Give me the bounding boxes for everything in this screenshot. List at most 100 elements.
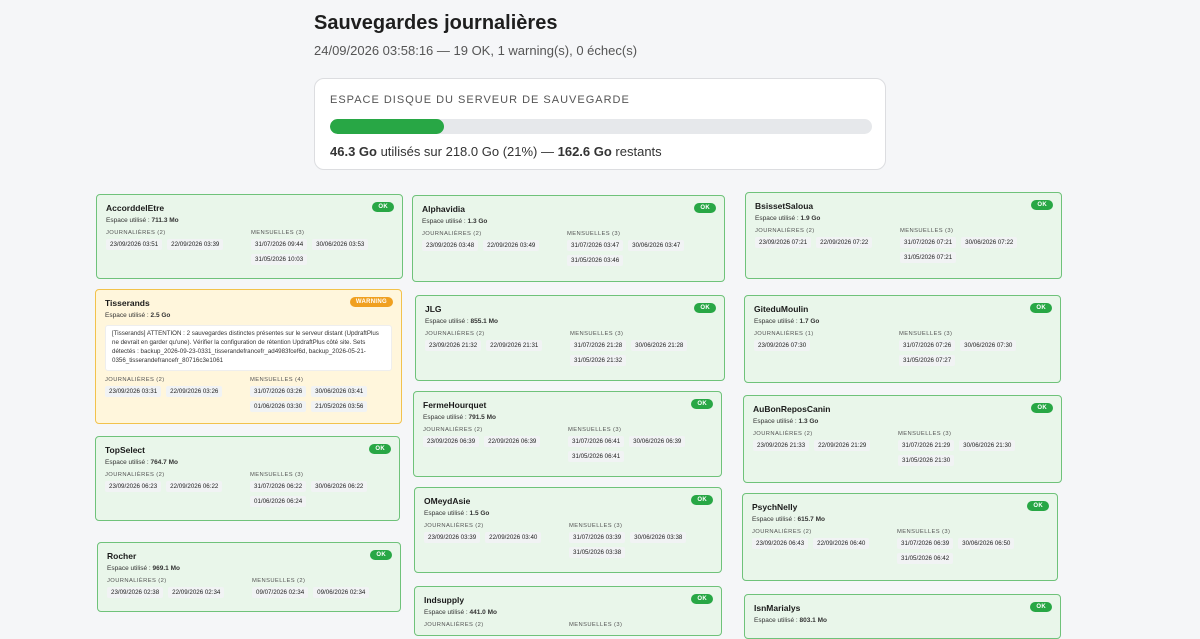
usage-value: 1.3 Go xyxy=(798,418,819,425)
backup-groups: JOURNALIÈRES (1) 23/09/2026 07:30 MENSUELL… xyxy=(754,331,1051,370)
monthly-title: MENSUELLES (3) xyxy=(897,529,951,535)
backup-date-chip: 23/09/2026 03:48 xyxy=(422,240,479,251)
usage-line: Espace utilisé : 1.5 Go xyxy=(424,510,712,517)
usage-value: 855.1 Mo xyxy=(470,318,498,325)
monthly-group: MENSUELLES (3) 31/07/2026 06:39 30/06/2026… xyxy=(897,529,1048,568)
daily-group: JOURNALIÈRES (2) xyxy=(424,622,569,631)
backup-card: AccorddelEtre OK Espace utilisé : 711.3 Mo… xyxy=(96,194,403,279)
daily-group: JOURNALIÈRES (2) 23/09/2026 03:39 22/09/20… xyxy=(424,523,569,562)
disk-usage-bar xyxy=(330,119,872,134)
monthly-title: MENSUELLES (4) xyxy=(250,376,304,383)
usage-line: Espace utilisé : 1.9 Go xyxy=(755,215,1052,222)
backup-date-chip: 31/05/2026 07:21 xyxy=(900,252,957,263)
usage-prefix: Espace utilisé : xyxy=(422,218,468,225)
backup-date-chip: 31/07/2026 03:47 xyxy=(567,240,624,251)
monthly-group: MENSUELLES (2) 09/07/2026 02:34 09/06/2026… xyxy=(252,578,391,602)
status-badge: OK xyxy=(1030,602,1052,612)
site-name: Rocher xyxy=(107,551,137,561)
backup-card: GiteduMoulin OK Espace utilisé : 1.7 Go JOU… xyxy=(744,295,1061,383)
disk-usage-text: 46.3 Go utilisés sur 218.0 Go (21%) — 16… xyxy=(330,144,870,159)
warning-message: [Tisserands] ATTENTION : 2 sauvegardes d… xyxy=(105,325,392,371)
usage-value: 969.1 Mo xyxy=(152,565,180,572)
usage-value: 764.7 Mo xyxy=(150,459,178,466)
monthly-group: MENSUELLES (3) 31/07/2026 06:22 30/06/2026… xyxy=(250,472,390,511)
site-name: IsnMarialys xyxy=(754,603,801,613)
backup-date-chip: 31/07/2026 07:21 xyxy=(900,237,957,248)
backup-groups: JOURNALIÈRES (2) 23/09/2026 03:48 22/09/20… xyxy=(422,231,715,270)
site-name: TopSelect xyxy=(105,445,145,455)
backup-date-chip: 31/05/2026 03:46 xyxy=(567,255,624,266)
usage-line: Espace utilisé : 1.7 Go xyxy=(754,318,1051,325)
daily-group: JOURNALIÈRES (2) 23/09/2026 21:32 22/09/20… xyxy=(425,331,570,370)
usage-value: 1.3 Go xyxy=(467,218,488,225)
daily-title: JOURNALIÈRES (1) xyxy=(754,331,814,337)
backup-date-chip: 31/07/2026 07:26 xyxy=(899,340,956,351)
daily-group: JOURNALIÈRES (2) 23/09/2026 03:31 22/09/20… xyxy=(105,377,250,416)
monthly-title: MENSUELLES (3) xyxy=(568,427,622,433)
status-badge: OK xyxy=(1030,303,1052,313)
page-title: Sauvegardes journalières xyxy=(314,12,558,34)
usage-line: Espace utilisé : 855.1 Mo xyxy=(425,318,715,325)
monthly-group: MENSUELLES (3) 31/07/2026 07:26 30/06/2026… xyxy=(899,331,1051,370)
backup-date-chip: 31/05/2026 06:42 xyxy=(897,553,954,564)
backup-card: TopSelect OK Espace utilisé : 764.7 Mo JOUR… xyxy=(95,436,400,521)
backup-date-chip: 23/09/2026 03:51 xyxy=(106,239,163,250)
daily-title: JOURNALIÈRES (2) xyxy=(423,427,483,433)
backup-card: Tisserands WARNING Espace utilisé : 2.5 Go… xyxy=(95,289,402,424)
site-name: BsissetSaloua xyxy=(755,201,814,211)
monthly-title: MENSUELLES (3) xyxy=(569,622,623,628)
site-name: JLG xyxy=(425,304,442,314)
backup-card: IsnMarialys OK Espace utilisé : 803.1 Mo xyxy=(744,594,1061,639)
backup-date-chip: 01/06/2026 06:24 xyxy=(250,496,307,507)
status-badge: OK xyxy=(694,203,716,213)
disk-remaining-value: 162.6 Go xyxy=(557,144,612,159)
usage-prefix: Espace utilisé : xyxy=(753,418,799,425)
site-name: Alphavidia xyxy=(422,204,465,214)
backup-date-chip: 30/06/2026 06:22 xyxy=(311,481,368,492)
backup-groups: JOURNALIÈRES (2) 23/09/2026 06:43 22/09/20… xyxy=(752,529,1048,568)
monthly-title: MENSUELLES (3) xyxy=(570,331,624,337)
usage-prefix: Espace utilisé : xyxy=(754,617,800,624)
monthly-group: MENSUELLES (3) xyxy=(569,622,712,631)
usage-prefix: Espace utilisé : xyxy=(107,565,153,572)
usage-prefix: Espace utilisé : xyxy=(423,414,469,421)
backup-date-chip: 30/06/2026 03:47 xyxy=(628,240,685,251)
monthly-title: MENSUELLES (3) xyxy=(898,431,952,437)
usage-value: 1.7 Go xyxy=(799,318,820,325)
usage-prefix: Espace utilisé : xyxy=(424,510,470,517)
usage-line: Espace utilisé : 711.3 Mo xyxy=(106,217,393,224)
disk-usage-bar-fill xyxy=(330,119,444,134)
usage-value: 803.1 Mo xyxy=(799,617,827,624)
monthly-group: MENSUELLES (3) 31/07/2026 03:39 30/06/2026… xyxy=(569,523,712,562)
backup-groups: JOURNALIÈRES (2) 23/09/2026 07:21 22/09/20… xyxy=(755,228,1052,267)
backup-date-chip: 30/06/2026 03:38 xyxy=(630,532,687,543)
backup-date-chip: 22/09/2026 07:22 xyxy=(816,237,873,248)
backup-date-chip: 30/06/2026 07:30 xyxy=(960,340,1017,351)
monthly-group: MENSUELLES (3) 31/07/2026 21:28 30/06/2026… xyxy=(570,331,715,370)
disk-usage-label: ESPACE DISQUE DU SERVEUR DE SAUVEGARDE xyxy=(330,94,630,106)
backup-date-chip: 22/09/2026 03:49 xyxy=(483,240,540,251)
site-name: Indsupply xyxy=(424,595,465,605)
disk-usage-panel: ESPACE DISQUE DU SERVEUR DE SAUVEGARDE 4… xyxy=(314,78,886,170)
backup-date-chip: 30/06/2026 03:41 xyxy=(311,385,368,397)
monthly-group: MENSUELLES (3) 31/07/2026 09:44 30/06/2026… xyxy=(251,230,393,269)
daily-title: JOURNALIÈRES (2) xyxy=(425,331,485,337)
backup-date-chip: 31/07/2026 03:26 xyxy=(250,385,307,397)
backup-date-chip: 31/07/2026 21:28 xyxy=(570,340,627,351)
usage-line: Espace utilisé : 791.5 Mo xyxy=(423,414,712,421)
backup-date-chip: 22/09/2026 03:40 xyxy=(485,532,542,543)
status-badge: OK xyxy=(370,550,392,560)
monthly-group: MENSUELLES (3) 31/07/2026 03:47 30/06/2026… xyxy=(567,231,715,270)
backup-date-chip: 30/06/2026 06:39 xyxy=(629,436,686,447)
backup-card: JLG OK Espace utilisé : 855.1 Mo JOURNALIÈR… xyxy=(415,295,725,381)
backup-date-chip: 31/07/2026 06:41 xyxy=(568,436,625,447)
daily-title: JOURNALIÈRES (2) xyxy=(753,431,813,437)
disk-used-value: 46.3 Go xyxy=(330,144,377,159)
site-name: OMeydAsie xyxy=(424,496,471,506)
usage-prefix: Espace utilisé : xyxy=(755,215,801,222)
backup-date-chip: 31/07/2026 03:39 xyxy=(569,532,626,543)
backup-groups: JOURNALIÈRES (2) 23/09/2026 03:39 22/09/20… xyxy=(424,523,712,562)
backup-date-chip: 23/09/2026 06:23 xyxy=(105,481,162,492)
backup-date-chip: 22/09/2026 03:26 xyxy=(166,385,223,397)
daily-title: JOURNALIÈRES (2) xyxy=(107,578,167,584)
